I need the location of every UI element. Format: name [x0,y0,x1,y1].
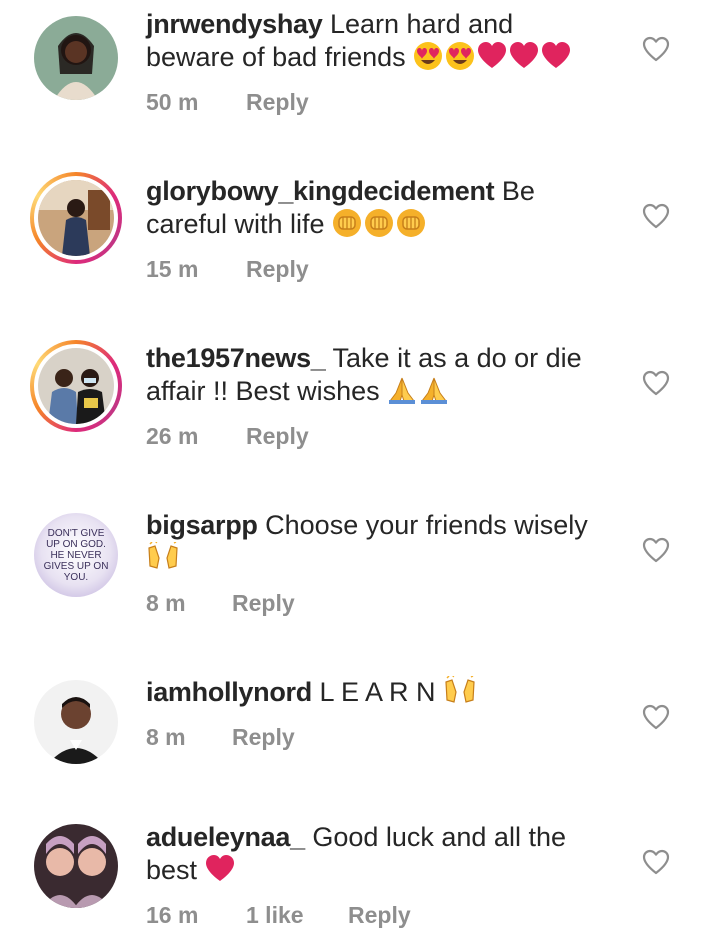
comment-text: Choose your friends wisely [265,510,588,540]
raised-fist-emoji-icon [332,208,362,238]
reply-button[interactable]: Reply [232,722,295,752]
comment-text: L E A R N [319,677,436,707]
red-heart-emoji-icon [541,41,571,71]
comment-username[interactable]: glorybowy_kingdecidement [146,176,495,206]
comment-timestamp: 8 m [146,590,186,616]
reply-button[interactable]: Reply [348,900,411,930]
heart-outline-icon[interactable] [642,36,670,62]
heart-outline-icon[interactable] [642,370,670,396]
raised-fist-emoji-icon [364,208,394,238]
comment-text: affair !! Best wishes [146,376,380,406]
comment-username[interactable]: the1957news_ [146,343,326,373]
heart-eyes-emoji-icon [445,41,475,71]
comment-username[interactable]: jnrwendyshay [146,9,323,39]
likes-count-link[interactable]: 1 like [246,900,304,930]
reply-button[interactable]: Reply [232,588,295,618]
heart-outline-icon[interactable] [642,203,670,229]
reply-button[interactable]: Reply [246,87,309,117]
heart-outline-icon[interactable] [642,704,670,730]
avatar[interactable] [30,340,122,432]
comment-text: Learn hard and [329,9,514,39]
comment-timestamp: 15 m [146,256,199,282]
avatar[interactable] [30,12,122,104]
avatar[interactable] [30,676,122,768]
comment-text: beware of bad friends [146,42,406,72]
comment-timestamp: 50 m [146,89,199,115]
comment-text: Good luck and all the [312,822,566,852]
comment-text: Take it as a do or die [332,343,582,373]
folded-hands-emoji-icon [419,375,449,405]
raised-hands-emoji-icon [146,542,180,572]
avatar[interactable]: DON'T GIVE UP ON GOD. HE NEVER GIVES UP … [30,509,122,601]
reply-button[interactable]: Reply [246,421,309,451]
heart-outline-icon[interactable] [642,849,670,875]
comment-timestamp: 16 m [146,902,199,928]
comment-text: best [146,855,198,885]
red-heart-emoji-icon [205,854,235,884]
raised-fist-emoji-icon [396,208,426,238]
heart-eyes-emoji-icon [413,41,443,71]
comment-username[interactable]: adueleynaa_ [146,822,305,852]
avatar[interactable] [30,172,122,264]
red-heart-emoji-icon [477,41,507,71]
comment-timestamp: 26 m [146,423,199,449]
comment-text: Be [501,176,535,206]
comment-username[interactable]: iamhollynord [146,677,312,707]
heart-outline-icon[interactable] [642,537,670,563]
folded-hands-emoji-icon [387,375,417,405]
avatar[interactable] [30,820,122,912]
reply-button[interactable]: Reply [246,254,309,284]
comment-timestamp: 8 m [146,724,186,750]
raised-hands-emoji-icon [443,676,477,706]
avatar-quote-text: DON'T GIVE UP ON GOD. HE NEVER GIVES UP … [43,527,109,583]
comment-username[interactable]: bigsarpp [146,510,258,540]
red-heart-emoji-icon [509,41,539,71]
comment-text: careful with life [146,209,325,239]
